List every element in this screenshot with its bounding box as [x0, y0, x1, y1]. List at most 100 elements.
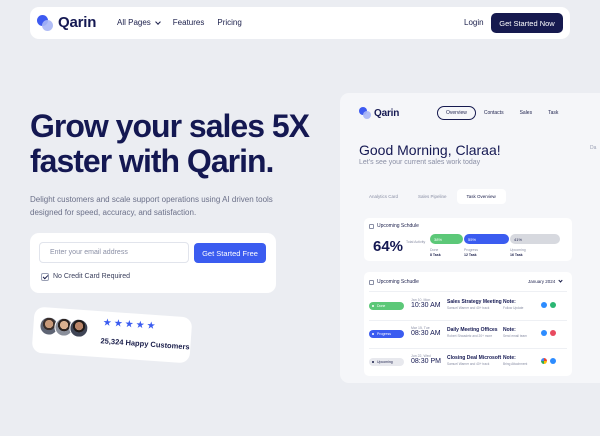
subtab-analytics[interactable]: Analytics Card	[359, 189, 408, 204]
bar-done: 38%	[430, 234, 463, 244]
upcoming-summary-card: Upcoming Schdule 64% Total Activity 38% …	[364, 218, 572, 261]
date-filter[interactable]: Da	[590, 145, 596, 151]
bar-count: 8 Task	[430, 252, 441, 257]
avatar	[68, 318, 90, 339]
month-label: January 2024	[528, 279, 556, 284]
schedule-row[interactable]: Upcoming Jun 22, Wed 08:30 PM Closing Dea…	[369, 352, 569, 372]
meeting-title: Sales Strategy Meeting	[447, 299, 502, 305]
upcoming-title: Upcoming Schdule	[369, 223, 419, 229]
tab-contacts[interactable]: Contacts	[476, 106, 512, 120]
note-text: Send email team	[503, 334, 527, 338]
chevron-down-icon	[154, 18, 161, 25]
row-time: Mar 15, Tue 08:30 AM	[411, 326, 441, 337]
zoom-icon	[541, 330, 547, 336]
note-label: Note:	[503, 327, 516, 333]
sub-tabs: Analytics Card Sales Pipeline Task Overv…	[359, 189, 506, 204]
row-note: Note: Bring Attachment	[503, 355, 527, 366]
month-select[interactable]: January 2024	[528, 278, 563, 284]
status-badge[interactable]: Progress	[369, 330, 404, 338]
hero-subtext: Delight customers and scale support oper…	[30, 195, 273, 217]
app-icons	[541, 330, 556, 336]
subtab-pipeline[interactable]: Sales Pipeline	[408, 189, 457, 204]
meeting-title: Closing Deal Microsoft	[447, 355, 502, 361]
nav-link-label: All Pages	[117, 18, 151, 27]
subtab-task-overview[interactable]: Task Overview	[456, 189, 506, 204]
zoom-icon	[541, 302, 547, 308]
hero-headline: Grow your sales 5X faster with Qarin.	[30, 108, 310, 179]
tab-overview[interactable]: Overview	[437, 106, 476, 120]
bar-labels: Done 8 Task Progress 12 Task Upcoming 16 Ta…	[430, 248, 544, 257]
zoom-icon	[550, 358, 556, 364]
login-link[interactable]: Login	[464, 18, 484, 27]
activity-percent: 64%	[373, 238, 404, 255]
tab-sales[interactable]: Sales	[512, 106, 541, 120]
meeting-title: Daily Meeting Offices	[447, 327, 498, 333]
note-text: Bring Attachment	[503, 362, 528, 366]
schedule-title-text: Upcoming Schudle	[377, 279, 419, 285]
star-icon: ★	[146, 320, 156, 333]
get-started-now-button[interactable]: Get Started Now	[491, 13, 563, 33]
status-badge[interactable]: Done	[369, 302, 404, 310]
top-navbar: Qarin All Pages Features Pricing Login G…	[30, 7, 570, 39]
tab-task[interactable]: Task	[540, 106, 566, 120]
star-icon: ★	[102, 317, 113, 329]
dashboard-preview: Qarin Overview Contacts Sales Task Good …	[340, 93, 600, 383]
logo-icon	[37, 14, 53, 31]
meeting-people: Samuel Warner and 40+ track	[447, 306, 490, 310]
dashboard-brand-name: Qarin	[374, 107, 400, 119]
bar-label-upcoming: Upcoming 16 Task	[510, 248, 544, 257]
get-started-free-button[interactable]: Get Started Free	[194, 243, 266, 263]
google-icon	[541, 358, 547, 364]
progress-bars: 38% 55% 41%	[430, 234, 560, 244]
note-text: Follow Update	[503, 306, 524, 310]
row-meeting: Closing Deal Microsoft Samuel Warner and …	[447, 355, 501, 366]
bar-count: 12 Task	[464, 252, 477, 257]
brand-logo[interactable]: Qarin	[37, 14, 96, 31]
no-card-label: No Credit Card Required	[53, 273, 131, 280]
brand-name: Qarin	[58, 14, 97, 31]
app-icons	[541, 358, 556, 364]
customer-avatars	[38, 315, 90, 339]
row-time: Jan 10, Mon 10:30 AM	[411, 298, 441, 309]
row-time-text: 08:30 PM	[411, 358, 441, 365]
meeting-people: Samuel Warner and 40+ track	[447, 362, 490, 366]
nav-links: All Pages Features Pricing	[117, 18, 242, 27]
meet-icon	[550, 302, 556, 308]
calendar-icon	[369, 279, 374, 285]
schedule-row[interactable]: Progress Mar 15, Tue 08:30 AM Daily Meeti…	[369, 324, 569, 344]
star-icon: ★	[124, 318, 135, 331]
nav-link-features[interactable]: Features	[173, 18, 205, 27]
rating-stars: ★ ★ ★ ★ ★	[102, 317, 156, 333]
bar-count: 16 Task	[510, 252, 523, 257]
star-icon: ★	[135, 319, 145, 332]
activity-label: Total Activity	[406, 240, 426, 244]
signup-card: Enter your email address Get Started Fre…	[30, 233, 276, 293]
schedule-card: Upcoming Schudle January 2024 Done Jan 1…	[364, 272, 572, 376]
no-card-checkbox[interactable]	[41, 273, 49, 281]
bar-label-progress: Progress 12 Task	[464, 248, 510, 257]
email-input[interactable]: Enter your email address	[39, 242, 189, 263]
row-meeting: Sales Strategy Meeting Samuel Warner and …	[447, 299, 502, 310]
row-note: Note: Follow Update	[503, 299, 523, 310]
meeting-people: Robert Shwadetz and 20+ more	[447, 334, 493, 338]
calendar-icon	[369, 223, 374, 229]
nav-link-all-pages[interactable]: All Pages	[117, 18, 161, 27]
bar-progress: 55%	[464, 234, 509, 244]
dashboard-logo: Qarin	[359, 107, 399, 119]
note-label: Note:	[503, 355, 516, 361]
row-time-text: 10:30 AM	[411, 302, 441, 309]
row-note: Note: Send email team	[503, 327, 527, 338]
status-badge[interactable]: Upcoming	[369, 358, 404, 366]
star-icon: ★	[113, 318, 124, 330]
logo-icon	[359, 107, 371, 119]
bar-label-done: Done 8 Task	[430, 248, 464, 257]
divider	[369, 348, 567, 349]
bar-label: Upcoming	[510, 248, 526, 252]
schedule-row[interactable]: Done Jan 10, Mon 10:30 AM Sales Strategy …	[369, 296, 569, 316]
row-time: Jun 22, Wed 08:30 PM	[411, 354, 441, 365]
nav-link-pricing[interactable]: Pricing	[217, 18, 241, 27]
happy-customers-card: ★ ★ ★ ★ ★ 25,324 Happy Customers	[31, 306, 193, 364]
divider	[369, 291, 567, 292]
bar-upcoming: 41%	[510, 234, 560, 244]
greeting-title: Good Morning, Claraa!	[359, 142, 501, 158]
